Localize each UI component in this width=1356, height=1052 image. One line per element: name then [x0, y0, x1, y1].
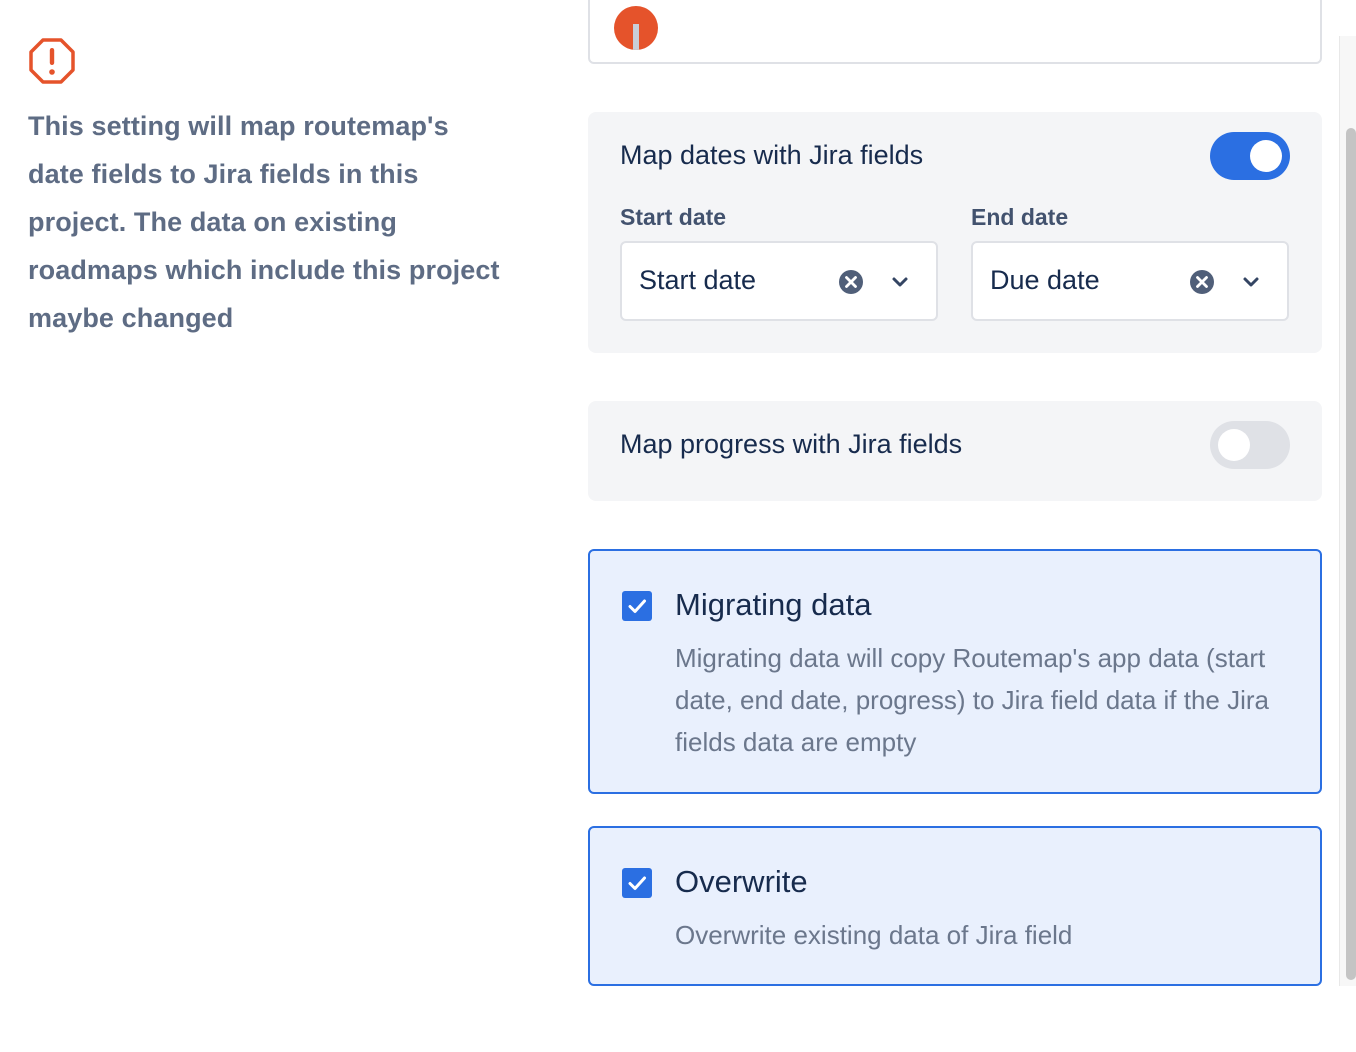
migrating-data-title: Migrating data — [675, 587, 872, 622]
map-dates-panel: Map dates with Jira fields Start date St… — [588, 112, 1322, 353]
clear-icon[interactable] — [1189, 269, 1215, 295]
warning-icon — [29, 38, 75, 84]
chevron-down-icon[interactable] — [890, 272, 910, 292]
map-progress-panel: Map progress with Jira fields — [588, 401, 1322, 501]
map-progress-toggle[interactable] — [1210, 421, 1290, 469]
start-date-label: Start date — [620, 204, 727, 230]
start-date-value: Start date — [639, 265, 757, 295]
map-dates-toggle[interactable] — [1210, 132, 1290, 180]
toggle-knob — [1218, 429, 1250, 461]
overwrite-title: Overwrite — [675, 864, 808, 899]
toggle-knob — [1250, 140, 1282, 172]
map-dates-label: Map dates with Jira fields — [620, 140, 924, 170]
migrating-data-checkbox[interactable] — [622, 591, 652, 621]
info-description: This setting will map routemap's date fi… — [28, 111, 500, 333]
migrating-data-option[interactable]: Migrating data Migrating data will copy … — [588, 549, 1322, 794]
migrating-data-description: Migrating data will copy Routemap's app … — [675, 643, 1270, 757]
end-date-value: Due date — [990, 265, 1100, 295]
overwrite-description: Overwrite existing data of Jira field — [675, 920, 1073, 950]
project-card[interactable] — [588, 0, 1322, 64]
end-date-select[interactable]: Due date — [971, 241, 1289, 321]
map-progress-label: Map progress with Jira fields — [620, 429, 963, 459]
end-date-label: End date — [971, 204, 1069, 230]
checkmark-icon — [628, 599, 646, 613]
overwrite-option[interactable]: Overwrite Overwrite existing data of Jir… — [588, 826, 1322, 986]
overwrite-checkbox[interactable] — [622, 868, 652, 898]
clear-icon[interactable] — [838, 269, 864, 295]
project-avatar — [614, 6, 658, 50]
scrollbar-thumb[interactable] — [1346, 128, 1356, 980]
start-date-select[interactable]: Start date — [620, 241, 938, 321]
chevron-down-icon[interactable] — [1241, 272, 1261, 292]
checkmark-icon — [628, 876, 646, 890]
